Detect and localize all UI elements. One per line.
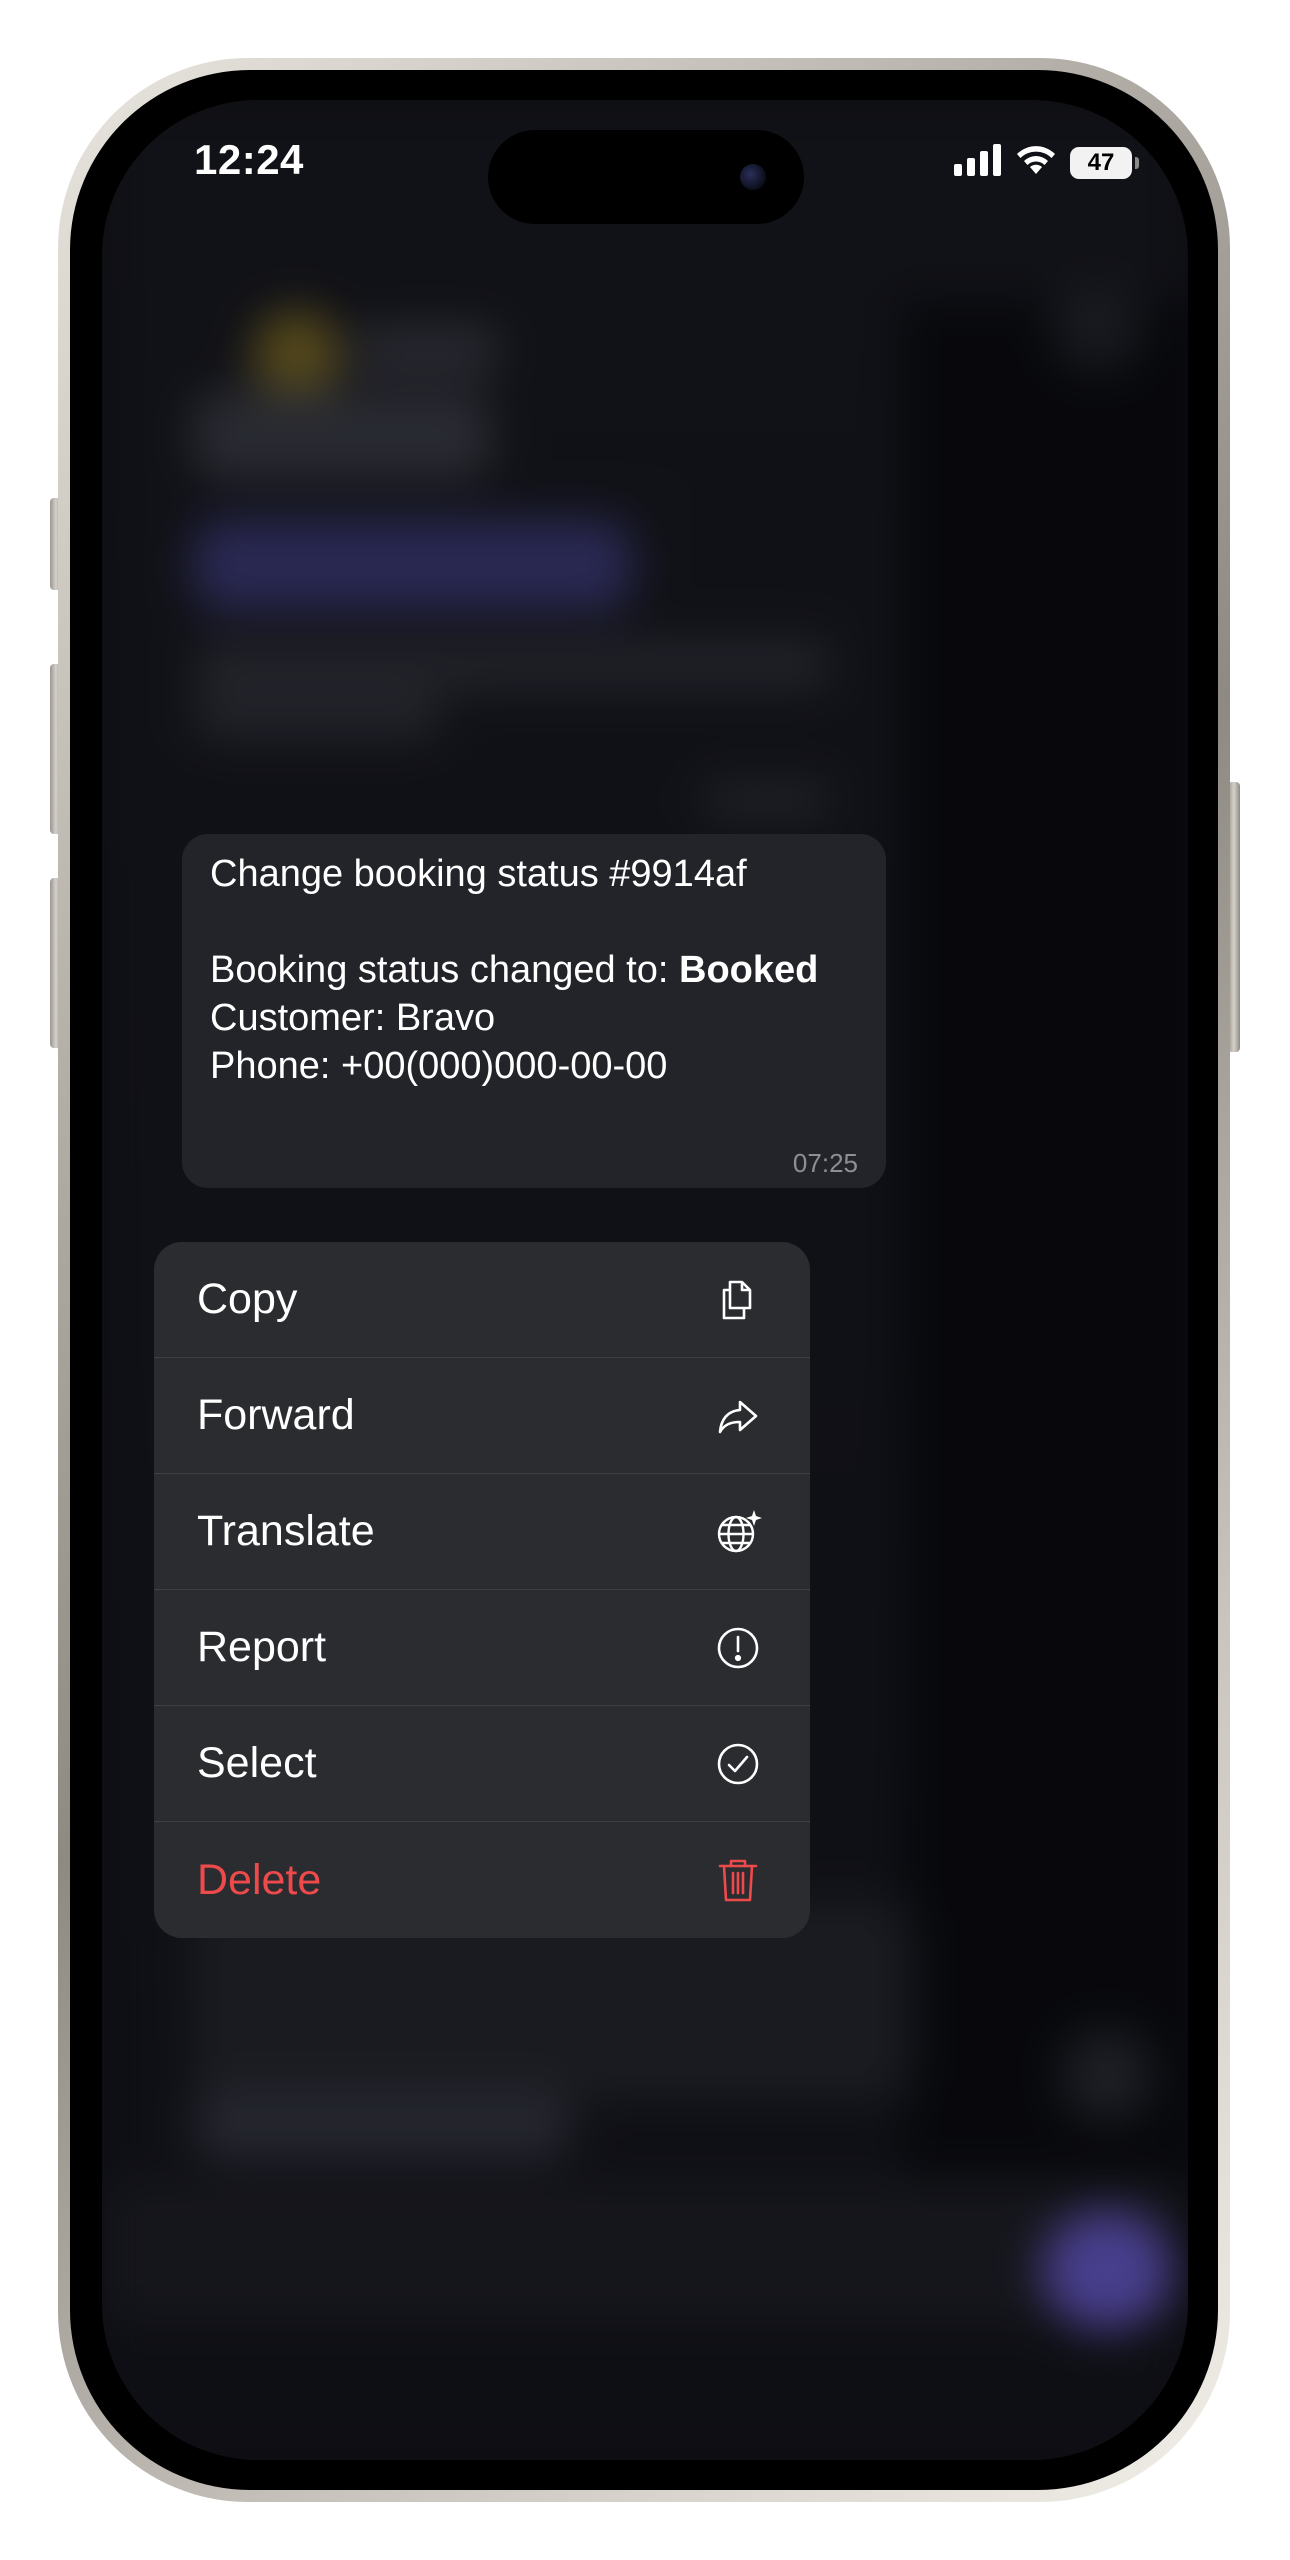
phone-screen: 12:24 47 Change booking status #9914af B… bbox=[102, 100, 1188, 2460]
menu-item-report[interactable]: Report bbox=[154, 1590, 810, 1706]
phone-line: Phone: +00(000)000-00-00 bbox=[210, 1045, 668, 1087]
report-icon bbox=[712, 1622, 764, 1674]
menu-item-translate[interactable]: Translate bbox=[154, 1474, 810, 1590]
menu-item-label: Report bbox=[197, 1623, 327, 1671]
menu-item-copy[interactable]: Copy bbox=[154, 1242, 810, 1358]
translate-globe-icon bbox=[712, 1506, 764, 1558]
status-time: 12:24 bbox=[194, 136, 304, 183]
context-menu: Copy Forward Translate Report Select Del… bbox=[154, 1242, 810, 1938]
copy-icon bbox=[712, 1274, 764, 1326]
menu-item-label: Translate bbox=[197, 1507, 375, 1555]
menu-item-label: Delete bbox=[197, 1855, 322, 1904]
front-camera-icon bbox=[740, 164, 766, 190]
select-check-icon bbox=[712, 1738, 764, 1790]
status-indicators: 47 bbox=[954, 144, 1139, 181]
status-value: Booked bbox=[679, 949, 819, 991]
menu-item-label: Select bbox=[197, 1739, 317, 1787]
message-bubble[interactable]: Change booking status #9914af Booking st… bbox=[182, 834, 886, 1188]
menu-item-label: Copy bbox=[197, 1275, 298, 1323]
menu-item-select[interactable]: Select bbox=[154, 1706, 810, 1822]
customer-line: Customer: Bravo bbox=[210, 997, 496, 1039]
booking-status-line: Booking status changed to: Booked bbox=[210, 946, 858, 994]
message-title: Change booking status #9914af bbox=[210, 853, 747, 895]
trash-icon bbox=[712, 1854, 764, 1906]
wifi-icon bbox=[1014, 144, 1058, 181]
menu-item-label: Forward bbox=[197, 1391, 355, 1439]
forward-icon bbox=[712, 1390, 764, 1442]
message-time: 07:25 bbox=[792, 1148, 858, 1178]
dynamic-island bbox=[488, 130, 804, 224]
menu-item-forward[interactable]: Forward bbox=[154, 1358, 810, 1474]
status-prefix: Booking status changed to: bbox=[210, 949, 679, 991]
cellular-signal-icon bbox=[954, 144, 1002, 181]
phone-mockup: 12:24 47 Change booking status #9914af B… bbox=[0, 0, 1290, 2560]
menu-item-delete[interactable]: Delete bbox=[154, 1822, 810, 1938]
battery-icon: 47 bbox=[1070, 146, 1139, 179]
